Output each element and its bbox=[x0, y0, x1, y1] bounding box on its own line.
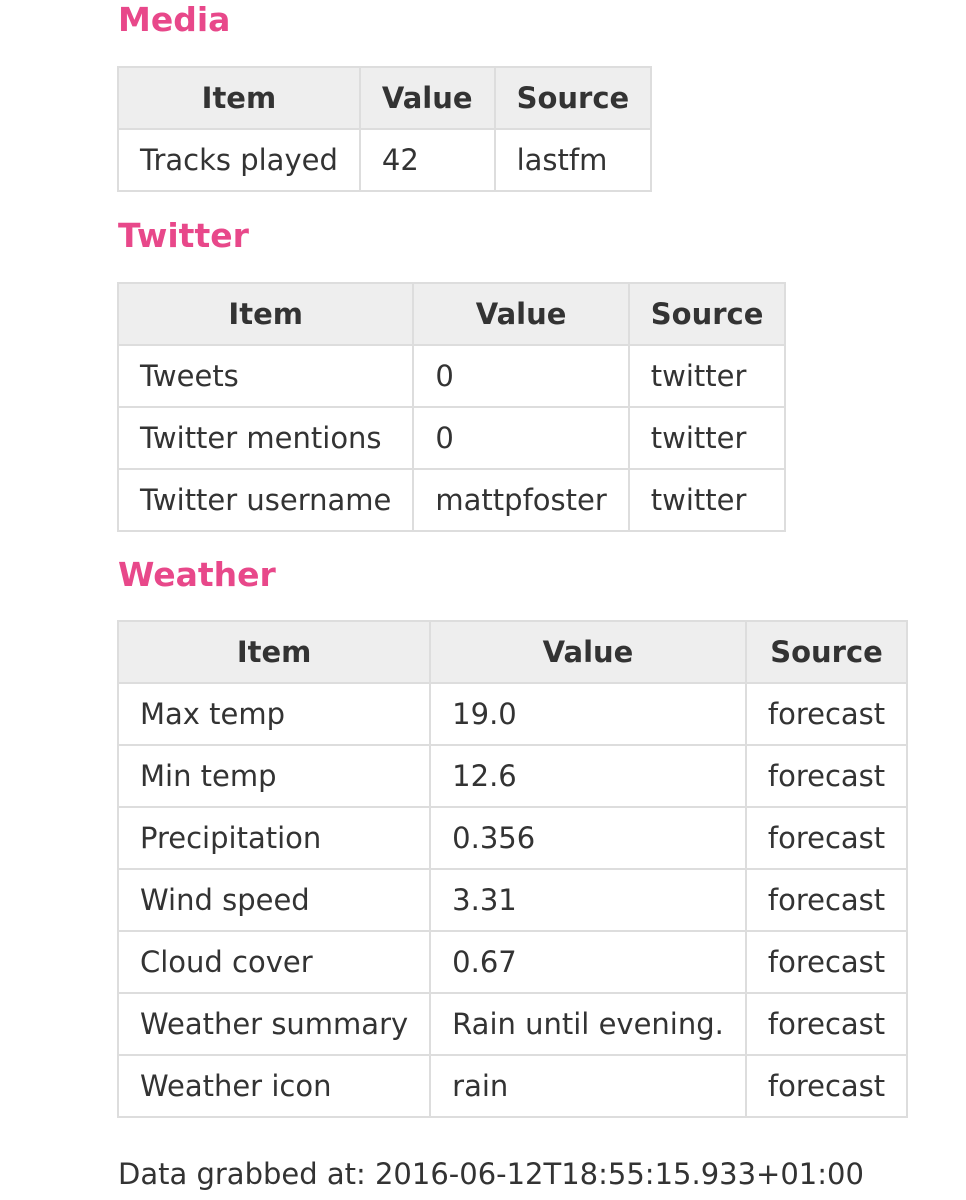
cell-value: 0 bbox=[412, 406, 630, 470]
column-header-source: Source bbox=[627, 282, 787, 346]
cell-item: Twitter mentions bbox=[116, 406, 415, 470]
column-header-source: Source bbox=[493, 66, 653, 130]
section-title-twitter: Twitter bbox=[118, 216, 249, 255]
cell-source: forecast bbox=[744, 868, 909, 932]
table-header-row: Item Value Source bbox=[116, 282, 787, 346]
cell-source: forecast bbox=[744, 806, 909, 870]
cell-item: Wind speed bbox=[116, 868, 432, 932]
cell-value: mattpfoster bbox=[412, 468, 630, 532]
cell-source: lastfm bbox=[493, 128, 653, 192]
cell-item: Min temp bbox=[116, 744, 432, 808]
cell-item: Tweets bbox=[116, 344, 415, 408]
cell-value: 3.31 bbox=[429, 868, 747, 932]
cell-item: Weather icon bbox=[116, 1054, 432, 1118]
cell-source: twitter bbox=[627, 468, 787, 532]
cell-value: 0 bbox=[412, 344, 630, 408]
column-header-item: Item bbox=[117, 66, 361, 130]
cell-source: forecast bbox=[744, 744, 909, 808]
column-header-value: Value bbox=[412, 282, 630, 346]
media-table: Item Value Source Tracks played 42 lastf… bbox=[117, 66, 653, 192]
cell-item: Cloud cover bbox=[116, 930, 432, 994]
data-grabbed-timestamp: Data grabbed at: 2016-06-12T18:55:15.933… bbox=[118, 1157, 864, 1191]
table-row: Tracks played 42 lastfm bbox=[117, 128, 653, 192]
cell-value: rain bbox=[429, 1054, 747, 1118]
cell-item: Precipitation bbox=[116, 806, 432, 870]
section-title-weather: Weather bbox=[118, 555, 276, 594]
cell-value: 19.0 bbox=[429, 682, 747, 746]
column-header-source: Source bbox=[744, 620, 909, 684]
table-row: Max temp 19.0 forecast bbox=[116, 682, 909, 746]
table-row: Twitter mentions 0 twitter bbox=[116, 406, 787, 470]
cell-value: 0.67 bbox=[429, 930, 747, 994]
cell-value: Rain until evening. bbox=[429, 992, 747, 1056]
table-header-row: Item Value Source bbox=[116, 620, 909, 684]
cell-source: twitter bbox=[627, 406, 787, 470]
twitter-table: Item Value Source Tweets 0 twitter Twitt… bbox=[116, 282, 787, 532]
table-row: Cloud cover 0.67 forecast bbox=[116, 930, 909, 994]
column-header-item: Item bbox=[116, 282, 415, 346]
table-row: Weather icon rain forecast bbox=[116, 1054, 909, 1118]
cell-source: forecast bbox=[744, 930, 909, 994]
cell-source: forecast bbox=[744, 682, 909, 746]
cell-item: Tracks played bbox=[117, 128, 361, 192]
table-row: Min temp 12.6 forecast bbox=[116, 744, 909, 808]
cell-item: Twitter username bbox=[116, 468, 415, 532]
table-header-row: Item Value Source bbox=[117, 66, 653, 130]
cell-value: 12.6 bbox=[429, 744, 747, 808]
cell-source: twitter bbox=[627, 344, 787, 408]
column-header-value: Value bbox=[429, 620, 747, 684]
weather-table: Item Value Source Max temp 19.0 forecast… bbox=[116, 620, 909, 1118]
table-row: Precipitation 0.356 forecast bbox=[116, 806, 909, 870]
cell-source: forecast bbox=[744, 992, 909, 1056]
section-title-media: Media bbox=[118, 0, 231, 39]
cell-source: forecast bbox=[744, 1054, 909, 1118]
column-header-item: Item bbox=[116, 620, 432, 684]
cell-item: Max temp bbox=[116, 682, 432, 746]
column-header-value: Value bbox=[358, 66, 496, 130]
table-row: Twitter username mattpfoster twitter bbox=[116, 468, 787, 532]
cell-value: 42 bbox=[358, 128, 496, 192]
cell-item: Weather summary bbox=[116, 992, 432, 1056]
table-row: Wind speed 3.31 forecast bbox=[116, 868, 909, 932]
table-row: Tweets 0 twitter bbox=[116, 344, 787, 408]
cell-value: 0.356 bbox=[429, 806, 747, 870]
table-row: Weather summary Rain until evening. fore… bbox=[116, 992, 909, 1056]
